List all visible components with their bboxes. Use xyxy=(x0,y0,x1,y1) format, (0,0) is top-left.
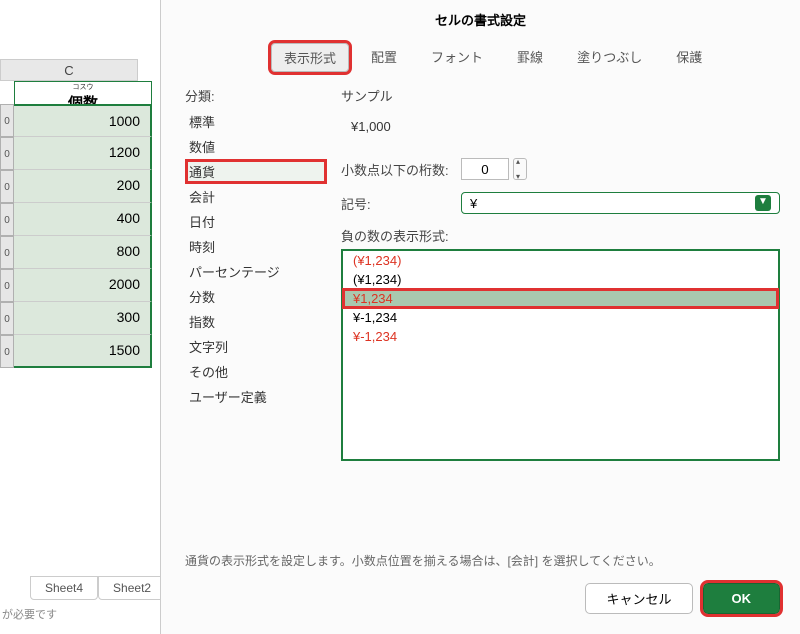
row-header[interactable]: 0 xyxy=(0,104,14,137)
data-range[interactable]: 010000120002000400080002000030001500 xyxy=(0,104,152,368)
header-cell[interactable]: コスウ 個数 xyxy=(14,81,152,105)
data-cell[interactable]: 1200 xyxy=(14,137,152,170)
category-item[interactable]: 通貨 xyxy=(185,159,327,184)
cancel-button[interactable]: キャンセル xyxy=(585,583,692,614)
data-cell[interactable]: 200 xyxy=(14,170,152,203)
category-item[interactable]: 会計 xyxy=(185,184,325,209)
data-cell[interactable]: 1500 xyxy=(14,335,152,368)
category-item[interactable]: 指数 xyxy=(185,309,325,334)
spreadsheet-background: C コスウ 個数 0100001200020004000800020000300… xyxy=(0,0,160,634)
sample-label: サンプル xyxy=(341,86,780,105)
row-header[interactable]: 0 xyxy=(0,137,14,170)
symbol-label: 記号: xyxy=(341,194,461,213)
data-cell[interactable]: 300 xyxy=(14,302,152,335)
dialog-tab[interactable]: フォント xyxy=(419,43,495,72)
symbol-select[interactable]: ¥ ▼ xyxy=(461,192,780,214)
category-item[interactable]: 文字列 xyxy=(185,334,325,359)
negative-format-item[interactable]: ¥-1,234 xyxy=(343,308,778,327)
category-label: 分類: xyxy=(185,86,325,105)
sheet-tabs: Sheet4Sheet2 xyxy=(30,576,166,600)
row-header[interactable]: 0 xyxy=(0,203,14,236)
data-cell[interactable]: 400 xyxy=(14,203,152,236)
category-list[interactable]: 標準数値通貨会計日付時刻パーセンテージ分数指数文字列その他ユーザー定義 xyxy=(185,109,325,409)
header-ruby: コスウ xyxy=(15,84,151,92)
data-cell[interactable]: 1000 xyxy=(14,104,152,137)
category-item[interactable]: 標準 xyxy=(185,109,325,134)
row-header[interactable]: 0 xyxy=(0,335,14,368)
symbol-value: ¥ xyxy=(470,196,477,211)
sample-value: ¥1,000 xyxy=(351,119,780,134)
negative-label: 負の数の表示形式: xyxy=(341,226,780,245)
category-item[interactable]: パーセンテージ xyxy=(185,259,325,284)
decimal-label: 小数点以下の桁数: xyxy=(341,160,461,179)
column-header[interactable]: C xyxy=(0,59,138,81)
status-note: が必要です xyxy=(2,606,57,622)
negative-format-item[interactable]: ¥1,234 xyxy=(343,289,778,308)
row-header[interactable]: 0 xyxy=(0,269,14,302)
row-header[interactable]: 0 xyxy=(0,302,14,335)
data-cell[interactable]: 800 xyxy=(14,236,152,269)
data-cell[interactable]: 2000 xyxy=(14,269,152,302)
dialog-tab[interactable]: 配置 xyxy=(359,43,409,72)
category-item[interactable]: ユーザー定義 xyxy=(185,384,325,409)
decimal-stepper[interactable] xyxy=(513,158,527,180)
dialog-tab[interactable]: 塗りつぶし xyxy=(565,43,654,72)
row-header[interactable]: 0 xyxy=(0,236,14,269)
negative-format-item[interactable]: (¥1,234) xyxy=(343,270,778,289)
dialog-tabs: 表示形式配置フォント罫線塗りつぶし保護 xyxy=(161,43,800,82)
negative-format-list[interactable]: (¥1,234)(¥1,234)¥1,234¥-1,234¥-1,234 xyxy=(341,249,780,461)
negative-format-item[interactable]: ¥-1,234 xyxy=(343,327,778,346)
format-cells-dialog: セルの書式設定 表示形式配置フォント罫線塗りつぶし保護 分類: 標準数値通貨会計… xyxy=(160,0,800,634)
category-item[interactable]: その他 xyxy=(185,359,325,384)
decimal-input[interactable] xyxy=(461,158,509,180)
dialog-tab[interactable]: 罫線 xyxy=(505,43,555,72)
row-header[interactable]: 0 xyxy=(0,170,14,203)
category-item[interactable]: 分数 xyxy=(185,284,325,309)
dialog-tab[interactable]: 保護 xyxy=(664,43,714,72)
sheet-tab[interactable]: Sheet4 xyxy=(30,576,98,600)
category-item[interactable]: 時刻 xyxy=(185,234,325,259)
category-item[interactable]: 数値 xyxy=(185,134,325,159)
dropdown-icon: ▼ xyxy=(755,195,771,211)
sheet-tab[interactable]: Sheet2 xyxy=(98,576,166,600)
dialog-title: セルの書式設定 xyxy=(161,0,800,43)
category-item[interactable]: 日付 xyxy=(185,209,325,234)
hint-text: 通貨の表示形式を設定します。小数点位置を揃える場合は、[会計] を選択してくださ… xyxy=(185,552,661,569)
negative-format-item[interactable]: (¥1,234) xyxy=(343,251,778,270)
dialog-tab[interactable]: 表示形式 xyxy=(271,43,349,72)
ok-button[interactable]: OK xyxy=(703,583,781,614)
